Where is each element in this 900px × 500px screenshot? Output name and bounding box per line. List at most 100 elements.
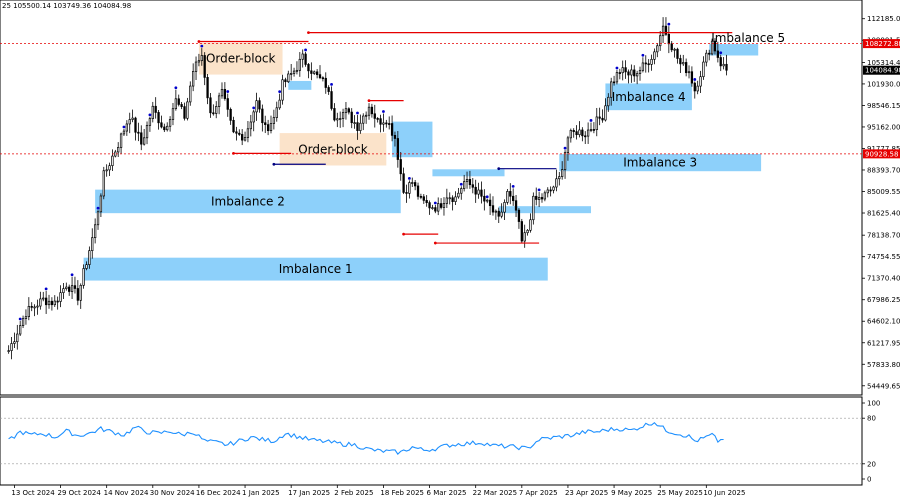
- indicator-tick-label: 20: [867, 460, 876, 468]
- candle-body: [408, 182, 411, 194]
- time-tick-label: 14 Nov 2024: [104, 489, 149, 497]
- candle-body: [174, 98, 178, 110]
- candle-body: [134, 117, 137, 133]
- fractal-marker: [252, 106, 256, 110]
- candle-body: [673, 48, 676, 51]
- candle-body: [341, 112, 345, 119]
- candle-body: [249, 121, 252, 130]
- price-tick-label: 67986.25: [867, 296, 900, 304]
- candle-body: [563, 152, 567, 170]
- candle-body: [370, 106, 374, 115]
- fractal-marker: [693, 78, 697, 81]
- candle-body: [39, 298, 42, 307]
- candle-body: [442, 203, 446, 208]
- candle-body: [44, 297, 48, 306]
- candle-body: [330, 91, 333, 109]
- fractal-marker: [433, 201, 437, 205]
- candle-body: [96, 211, 100, 226]
- candle-body: [638, 69, 642, 74]
- price-tick-label: 54449.65: [867, 382, 900, 390]
- candle-body: [543, 192, 547, 200]
- candle-body: [105, 169, 108, 172]
- candle-body: [76, 288, 79, 301]
- candle-body: [388, 123, 391, 125]
- candle-body: [163, 126, 166, 131]
- candle-body: [47, 300, 51, 306]
- candle-body: [154, 105, 157, 113]
- candle-body: [653, 51, 656, 60]
- fractal-marker: [485, 195, 489, 199]
- price-tick-label: 101930.00: [867, 80, 900, 88]
- candle-body: [243, 137, 247, 141]
- candle-body: [393, 135, 397, 139]
- candle-body: [367, 106, 371, 116]
- candle-body: [529, 219, 532, 231]
- candle-body: [27, 306, 30, 317]
- candle-body: [635, 73, 639, 77]
- candle-body: [278, 99, 281, 109]
- candle-body: [425, 200, 428, 203]
- candle-body: [647, 63, 650, 66]
- price-tick-label: 98546.15: [867, 102, 900, 110]
- candle-body: [30, 306, 33, 308]
- price-axis: 112185.00108801.55105314.45101930.009854…: [862, 15, 900, 390]
- time-tick-label: 9 May 2025: [611, 489, 652, 497]
- candle-body: [465, 179, 469, 182]
- candle-body: [428, 202, 431, 209]
- price-tick-label: 85009.55: [867, 188, 900, 196]
- candle-body: [670, 43, 673, 51]
- candle-body: [189, 85, 192, 103]
- level-line-anchor: [433, 241, 437, 245]
- time-tick-label: 22 Mar 2025: [473, 489, 517, 497]
- candle-body: [117, 147, 120, 153]
- candle-body: [82, 268, 85, 286]
- indicator-tick-label: 80: [867, 415, 876, 423]
- candle-body: [702, 61, 705, 78]
- candle-body: [145, 124, 149, 139]
- candle-body: [180, 104, 183, 107]
- candle-body: [405, 192, 408, 194]
- candle-body: [62, 288, 65, 294]
- price-tick-label: 71370.40: [867, 275, 900, 283]
- fractal-marker: [356, 111, 359, 115]
- zone-label: Imbalance 2: [211, 194, 285, 208]
- time-tick-label: 29 Oct 2024: [58, 489, 102, 497]
- candle-body: [494, 210, 498, 213]
- candle-body: [313, 71, 316, 74]
- price-tick-label: 78138.70: [867, 232, 900, 240]
- candle-body: [119, 133, 123, 148]
- candle-body: [693, 82, 696, 92]
- candle-body: [437, 203, 440, 212]
- time-tick-label: 23 Apr 2025: [565, 489, 608, 497]
- candle-body: [93, 224, 97, 239]
- candle-body: [569, 130, 572, 139]
- candle-body: [474, 186, 477, 195]
- candle-body: [307, 64, 310, 72]
- candle-body: [339, 118, 342, 120]
- candle-body: [321, 77, 325, 80]
- candle-body: [618, 72, 621, 74]
- candle-body: [333, 108, 336, 121]
- candle-body: [229, 108, 232, 121]
- candle-body: [581, 129, 584, 137]
- candle-body: [142, 137, 146, 145]
- candle-body: [514, 200, 518, 211]
- zone-label: Imbalance 1: [279, 262, 353, 276]
- candle-body: [558, 176, 561, 180]
- candle-body: [592, 129, 596, 131]
- price-chart[interactable]: Imbalance 1 Imbalance 2 Imbalance 3 Imbalan…: [0, 0, 900, 500]
- candle-body: [633, 69, 636, 77]
- candle-body: [708, 52, 711, 55]
- candle-body: [246, 128, 250, 138]
- candle-body: [56, 300, 59, 303]
- candle-body: [506, 191, 509, 203]
- candle-body: [177, 98, 180, 105]
- candle-body: [615, 72, 619, 83]
- candle-body: [540, 197, 544, 200]
- candle-body: [258, 100, 261, 110]
- time-tick-label: 1 Jan 2025: [242, 489, 280, 497]
- fractal-marker: [44, 287, 48, 291]
- zone-label: Imbalance 4: [612, 90, 686, 104]
- candle-body: [36, 305, 39, 308]
- candle-body: [376, 118, 379, 120]
